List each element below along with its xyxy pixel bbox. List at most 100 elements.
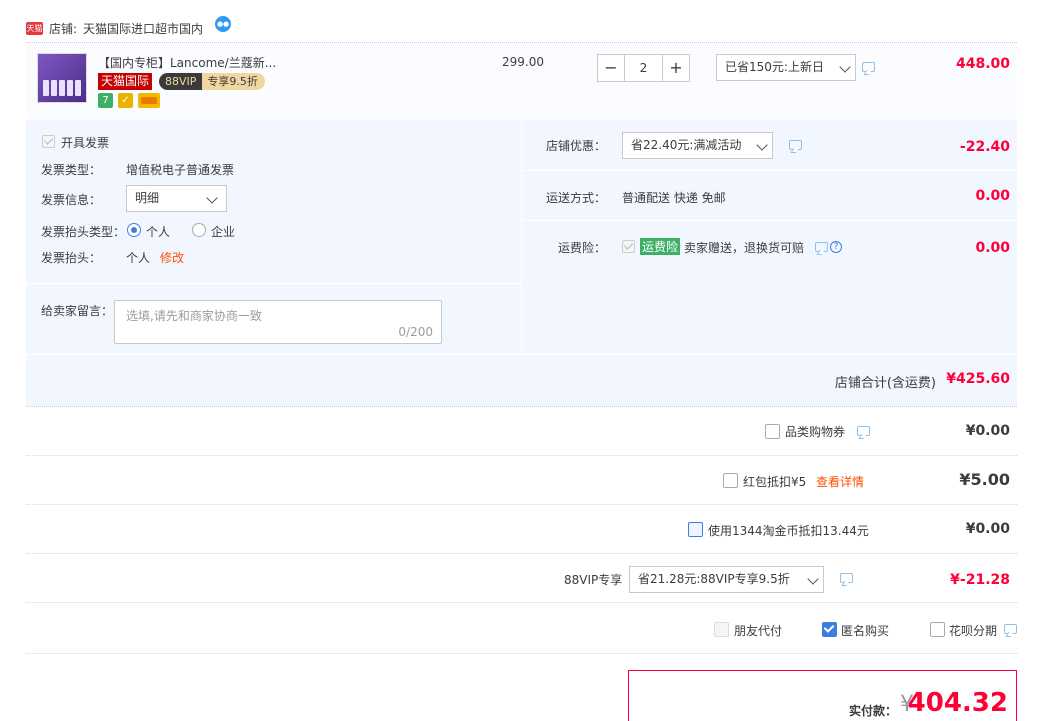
huabei-label[interactable]: 花呗分期 xyxy=(949,622,997,639)
divider xyxy=(26,283,521,284)
qty-input[interactable]: 2 xyxy=(625,54,662,82)
final-label: 实付款： xyxy=(848,704,897,718)
shop-label: 店铺: xyxy=(49,21,78,36)
seller-message-input[interactable]: 选填,请先和商家协商一致 0/200 xyxy=(114,300,442,344)
vip-tag-left: 88VIP xyxy=(159,73,203,90)
redpack-amount: ¥5.00 xyxy=(959,470,1010,489)
shop-header: 天猫 店铺: 天猫国际进口超市国内 ●● xyxy=(26,14,232,42)
shop-discount-label: 店铺优惠： xyxy=(546,139,607,153)
coupon-label[interactable]: 品类购物券 xyxy=(785,423,845,440)
product-thumbnail[interactable] xyxy=(37,53,87,103)
invoice-info-value: 明细 xyxy=(135,191,160,205)
shop-total-amount: ¥425.60 xyxy=(946,371,1010,387)
chevron-down-icon xyxy=(807,573,819,585)
insurance-tag: 运费险 xyxy=(640,238,681,255)
shop-discount-amount: -22.40 xyxy=(959,139,1010,155)
coins-row: 使用1344淘金币抵扣13.44元 ¥0.00 xyxy=(26,505,1017,554)
shipping-row: 运送方式： 普通配送 快递 免邮 0.00 xyxy=(522,171,1017,221)
anonymous-label[interactable]: 匿名购买 xyxy=(841,622,889,639)
message-placeholder: 选填,请先和商家协商一致 xyxy=(126,309,262,323)
quantity-stepper: − 2 + xyxy=(597,54,690,82)
delivery-section: 店铺优惠： 省22.40元:满减活动 -22.40 运送方式： 普通配送 快递 … xyxy=(521,120,1017,354)
tmall-badge-icon: 天猫 xyxy=(26,21,43,35)
vip-discount-value: 省21.28元:88VIP专享9.5折 xyxy=(638,572,790,586)
huabei-checkbox[interactable] xyxy=(930,622,945,637)
message-label: 给卖家留言： xyxy=(41,304,114,318)
vip-discount-tag: 88VIP 专享9.5折 xyxy=(159,73,265,90)
coupon-amount: ¥0.00 xyxy=(965,423,1010,439)
shop-discount-row: 店铺优惠： 省22.40元:满减活动 -22.40 xyxy=(522,120,1017,171)
tmall-global-tag: 天猫国际 xyxy=(98,73,153,90)
vip-discount-select[interactable]: 省21.28元:88VIP专享9.5折 xyxy=(629,566,824,593)
insurance-row: 运费险： 运费险 卖家赠送，退换货可赔 ? 0.00 xyxy=(522,221,1017,273)
insurance-label: 运费险： xyxy=(558,241,607,255)
invoice-type-label: 发票类型： xyxy=(41,163,102,177)
message-bubble-icon[interactable] xyxy=(815,242,828,252)
item-promo-value: 已省150元:上新日 xyxy=(725,60,824,74)
coupon-row: 品类购物券 ¥0.00 xyxy=(26,407,1017,456)
vip-label: 88VIP专享 xyxy=(564,573,623,587)
invoice-header-label: 发票抬头： xyxy=(41,251,102,265)
vip-amount: ¥-21.28 xyxy=(950,572,1010,588)
coins-checkbox[interactable] xyxy=(688,522,703,537)
item-row: 【国内专柜】Lancome/兰蔻新... 天猫国际 88VIP 专享9.5折 7… xyxy=(26,43,1017,119)
vip-row: 88VIP专享 省21.28元:88VIP专享9.5折 ¥-21.28 xyxy=(26,554,1017,603)
chevron-down-icon xyxy=(756,139,768,151)
wangwang-chat-icon[interactable]: ●● xyxy=(215,16,232,32)
invoice-open-label: 开具发票 xyxy=(61,136,110,150)
invoice-checkbox[interactable] xyxy=(42,135,55,148)
insurance-checkbox[interactable] xyxy=(622,240,635,253)
invoice-modify-link[interactable]: 修改 xyxy=(160,249,184,266)
radio-personal[interactable] xyxy=(127,223,141,237)
qty-plus-button[interactable]: + xyxy=(662,54,690,82)
anonymous-checkbox[interactable] xyxy=(822,622,837,637)
radio-personal-label[interactable]: 个人 xyxy=(146,223,170,240)
message-bubble-icon[interactable] xyxy=(1004,624,1017,634)
friend-pay-label[interactable]: 朋友代付 xyxy=(734,622,782,639)
qty-minus-button[interactable]: − xyxy=(597,54,625,82)
invoice-section: 开具发票 发票类型： 增值税电子普通发票 发票信息： 明细 发票抬头类型： 个人… xyxy=(26,120,521,354)
radio-company[interactable] xyxy=(192,223,206,237)
message-bubble-icon[interactable] xyxy=(840,573,853,583)
shipping-label: 运送方式： xyxy=(546,191,607,205)
shipping-value: 普通配送 快递 免邮 xyxy=(622,191,726,205)
invoice-header-value: 个人 xyxy=(126,251,151,265)
shop-name[interactable]: 天猫国际进口超市国内 xyxy=(83,20,203,37)
message-bubble-icon[interactable] xyxy=(862,62,875,72)
message-bubble-icon[interactable] xyxy=(789,140,802,150)
invoice-info-label: 发票信息： xyxy=(41,193,102,207)
chevron-down-icon xyxy=(839,61,851,73)
insurance-amount: 0.00 xyxy=(975,240,1010,256)
shop-discount-value: 省22.40元:满减活动 xyxy=(631,138,742,152)
seven-day-return-icon[interactable]: 7 xyxy=(98,93,113,108)
shop-discount-select[interactable]: 省22.40元:满减活动 xyxy=(622,132,773,159)
redpack-row: 红包抵扣¥5 查看详情 ¥5.00 xyxy=(26,456,1017,505)
help-question-icon[interactable]: ? xyxy=(830,241,842,253)
shipping-amount: 0.00 xyxy=(975,188,1010,204)
coupon-checkbox[interactable] xyxy=(765,424,780,439)
shop-total-label: 店铺合计(含运费) xyxy=(834,376,936,391)
redpack-details-link[interactable]: 查看详情 xyxy=(816,473,864,490)
friend-pay-checkbox[interactable] xyxy=(714,622,729,637)
guarantee-icon[interactable]: ✓ xyxy=(118,93,133,108)
item-subtotal: 448.00 xyxy=(955,56,1010,72)
invoice-info-select[interactable]: 明细 xyxy=(126,185,227,212)
order-confirm: 天猫 店铺: 天猫国际进口超市国内 ●● 【国内专柜】Lancome/兰蔻新..… xyxy=(0,0,1046,721)
order-options-panel: 开具发票 发票类型： 增值税电子普通发票 发票信息： 明细 发票抬头类型： 个人… xyxy=(26,120,1017,406)
redpack-label[interactable]: 红包抵扣¥5 xyxy=(743,473,806,490)
coins-label[interactable]: 使用1344淘金币抵扣13.44元 xyxy=(708,522,869,539)
insurance-desc: 卖家赠送，退换货可赔 xyxy=(684,241,805,255)
product-title[interactable]: 【国内专柜】Lancome/兰蔻新... xyxy=(98,54,276,71)
message-counter: 0/200 xyxy=(398,325,433,339)
chevron-down-icon xyxy=(206,192,218,204)
card-pay-icon[interactable] xyxy=(138,93,160,108)
unit-price: 299.00 xyxy=(502,55,544,69)
final-amount: 404.32 xyxy=(907,688,1008,718)
shop-total-bar: 店铺合计(含运费) ¥425.60 xyxy=(26,354,1017,406)
radio-company-label[interactable]: 企业 xyxy=(211,223,235,240)
vip-tag-right: 专享9.5折 xyxy=(202,73,265,90)
coins-amount: ¥0.00 xyxy=(965,521,1010,537)
item-promo-select[interactable]: 已省150元:上新日 xyxy=(716,54,856,81)
message-bubble-icon[interactable] xyxy=(857,426,870,436)
redpack-checkbox[interactable] xyxy=(723,473,738,488)
